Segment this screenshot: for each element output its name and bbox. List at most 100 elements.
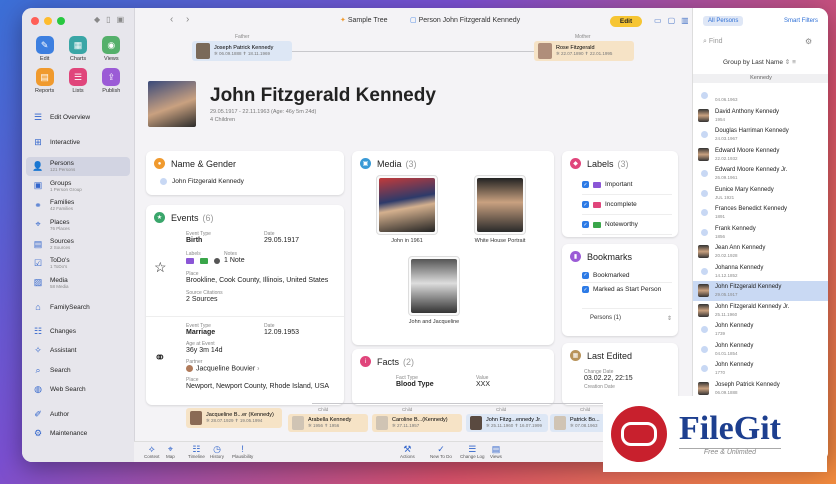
- group-by-select[interactable]: Group by Last Name ⇕ ≡: [723, 58, 796, 66]
- child-label: Child: [580, 407, 591, 412]
- bottom-actions-button[interactable]: ⚒ Actions: [400, 444, 415, 459]
- person-list-item[interactable]: Jean Ann Kennedy 20.02.1928: [693, 242, 828, 262]
- quick-publish-button[interactable]: ⇪ Publish: [95, 68, 128, 94]
- bottom-context-button[interactable]: ⟡ Context: [144, 444, 160, 459]
- name-gender-card[interactable]: ● Name & Gender John Fitzgerald Kennedy: [146, 151, 344, 195]
- person-placeholder-icon: [701, 345, 708, 353]
- child-card[interactable]: Caroline B...(Kennedy) ✲ 27.11.1957: [372, 414, 462, 432]
- breadcrumb-tree[interactable]: ✦ Sample Tree: [340, 16, 388, 24]
- breadcrumb-person[interactable]: ▢ Person John Fitzgerald Kennedy: [410, 16, 520, 24]
- bottom-history-button[interactable]: ◷ History: [210, 444, 224, 459]
- sidebar-item-search[interactable]: ⌕ Search: [26, 361, 130, 380]
- mother-card[interactable]: Rose Fitzgerald ✲ 22.07.1890 ✝ 22.01.199…: [534, 41, 634, 61]
- bottom-map-button[interactable]: ⌖ Map: [166, 444, 175, 459]
- person-list-item[interactable]: David Anthony Kennedy 1954: [693, 106, 828, 126]
- media-item[interactable]: John in 1961: [376, 175, 438, 244]
- person-list-item[interactable]: Frances Benedict Kennedy 1891: [693, 203, 828, 223]
- persons-select[interactable]: Persons (1) ⇕: [582, 315, 672, 322]
- person-list-item[interactable]: John Fitzgerald Kennedy 29.05.1917: [693, 281, 828, 301]
- sort-icon[interactable]: ≡: [792, 59, 796, 66]
- start-person-checkbox[interactable]: ✓ Marked as Start Person: [582, 283, 672, 309]
- panel-icon[interactable]: ▭: [654, 16, 662, 25]
- sidebar-item-groups[interactable]: ▣ Groups 1 Person Group: [26, 176, 130, 195]
- person-list-item[interactable]: John Kennedy 04.01.1854: [693, 340, 828, 360]
- person-list-item[interactable]: John Kennedy 1739: [693, 320, 828, 340]
- sidebar-item-sources[interactable]: ▤ Sources 2 Sources: [26, 234, 130, 253]
- bottom-timeline-button[interactable]: ☷ Timeline: [188, 444, 205, 459]
- back-arrow-icon[interactable]: ‹: [170, 14, 173, 25]
- close-window-button[interactable]: [31, 17, 39, 25]
- page-icon[interactable]: ▯: [106, 15, 110, 24]
- sidebar-item-todo-s[interactable]: ☑ ToDo's 1 ToDo's: [26, 254, 130, 273]
- bottom-change-log-button[interactable]: ☰ Change Log: [460, 444, 485, 459]
- sidebar-item-sub: 1 ToDo's: [50, 264, 68, 270]
- sidebar-item-changes[interactable]: ☷ Changes: [26, 322, 130, 341]
- fact-row[interactable]: Fact Type Blood Type: [396, 375, 434, 388]
- sidebar-item-familysearch[interactable]: ⌂ FamilySearch: [26, 298, 130, 317]
- tab-smart-filters[interactable]: Smart Filters: [779, 16, 823, 26]
- author-icon: ✐: [34, 408, 42, 419]
- label-checkbox-important[interactable]: ✓ Important: [582, 175, 672, 195]
- sidebar-item-interactive[interactable]: ⊞ Interactive: [26, 132, 130, 151]
- label-checkbox-noteworthy[interactable]: ✓ Noteworthy: [582, 215, 672, 235]
- media-item[interactable]: John and Jacqueline: [408, 256, 460, 325]
- quick-charts-button[interactable]: ▦ Charts: [61, 36, 94, 62]
- gear-icon[interactable]: ⚙: [805, 37, 812, 46]
- minimize-window-button[interactable]: [44, 17, 52, 25]
- child-card[interactable]: Arabella Kennedy ✲ 1956 ✝ 1956: [288, 414, 368, 432]
- person-list-item[interactable]: Edward Moore Kennedy Jr. 26.09.1961: [693, 164, 828, 184]
- sidebar-item-media[interactable]: ▨ Media 58 Media: [26, 273, 130, 292]
- forward-arrow-icon[interactable]: ›: [186, 14, 189, 25]
- person-list-item[interactable]: John Kennedy 1770: [693, 359, 828, 379]
- person-list-item[interactable]: John Fitzgerald Kennedy Jr. 25.11.1960: [693, 301, 828, 321]
- quick-views-button[interactable]: ◉ Views: [95, 36, 128, 62]
- sidebar-item-edit-overview[interactable]: ☰ Edit Overview: [26, 108, 130, 127]
- sidebar-item-author[interactable]: ✐ Author: [26, 404, 130, 423]
- context-icon: ⟡: [148, 444, 155, 454]
- tab-all-persons[interactable]: All Persons: [703, 16, 744, 26]
- sidebar-item-families[interactable]: ⚭ Families 42 Families: [26, 196, 130, 215]
- bookmarked-checkbox[interactable]: ✓ Bookmarked: [582, 268, 672, 283]
- partner-card[interactable]: Jacqueline B...er (Kennedy) ✲ 28.07.1929 …: [186, 408, 282, 428]
- child-card[interactable]: John Fitzg...ennedy Jr. ✲ 25.11.1960 ✝ 16…: [466, 414, 548, 432]
- person-list-item[interactable]: Johanna Kennedy 14.12.1852: [693, 262, 828, 282]
- person-photo[interactable]: [148, 81, 196, 127]
- person-placeholder-icon: [701, 189, 708, 197]
- quick-lists-button[interactable]: ☰ Lists: [61, 68, 94, 94]
- quick-edit-button[interactable]: ✎ Edit: [28, 36, 61, 62]
- search-input[interactable]: ⌕ Find: [703, 38, 723, 46]
- media-item[interactable]: White House Portrait: [474, 175, 526, 244]
- sidebar-item-assistant[interactable]: ✧ Assistant: [26, 341, 130, 360]
- sidebar-item-maintenance[interactable]: ⚙ Maintenance: [26, 424, 130, 443]
- new-to-do-icon: ✓: [437, 444, 445, 454]
- bottom-plausibility-button[interactable]: ! Plausibility: [232, 444, 253, 459]
- person-list-item[interactable]: Douglas Harriman Kennedy 24.03.1967: [693, 125, 828, 145]
- zoom-window-button[interactable]: [57, 17, 65, 25]
- photo-icon: ▣: [360, 158, 371, 169]
- window-icon[interactable]: ▢: [668, 16, 676, 25]
- sidebar-item-web-search[interactable]: ◍ Web Search: [26, 380, 130, 399]
- father-card[interactable]: Joseph Patrick Kennedy ✲ 06.09.1888 ✝ 18…: [192, 41, 292, 61]
- calendar-icon: ▦: [570, 350, 581, 361]
- split-icon[interactable]: ▥: [681, 16, 689, 25]
- chevron-right-icon[interactable]: ›: [257, 365, 259, 372]
- sidebar-item-persons[interactable]: 👤 Persons 121 Persons: [26, 156, 130, 177]
- sidebar-toggle-icon[interactable]: ▣: [117, 15, 125, 24]
- person-list-item[interactable]: Edward Moore Kennedy 22.02.1932: [693, 145, 828, 165]
- bottom-label: Change Log: [460, 454, 485, 459]
- sidebar-item-places[interactable]: ⌖ Places 76 Places: [26, 215, 130, 234]
- bottom-new-to-do-button[interactable]: ✓ New To Do: [430, 444, 452, 459]
- person-list-item[interactable]: Eunice Mary Kennedy JUL 1921: [693, 184, 828, 204]
- quick-reports-button[interactable]: ▤ Reports: [28, 68, 61, 94]
- person-list-item[interactable]: Frank Kennedy 1856: [693, 223, 828, 243]
- child-card[interactable]: Patrick Bo... ✲ 07.08.1963: [550, 414, 610, 432]
- event-partner[interactable]: Jacqueline Bouvier ›: [186, 365, 259, 372]
- edit-button[interactable]: Edit: [610, 16, 642, 27]
- person-list-item[interactable]: 04.06.1963: [693, 86, 828, 106]
- sidebar-item-text: Author: [50, 411, 69, 418]
- bottom-label: New To Do: [430, 454, 452, 459]
- tag-icon[interactable]: ◆: [94, 15, 100, 24]
- label-checkbox-incomplete[interactable]: ✓ Incomplete: [582, 195, 672, 215]
- bottom-views-button[interactable]: ▤ Views: [490, 444, 502, 459]
- bottom-label: Timeline: [188, 454, 205, 459]
